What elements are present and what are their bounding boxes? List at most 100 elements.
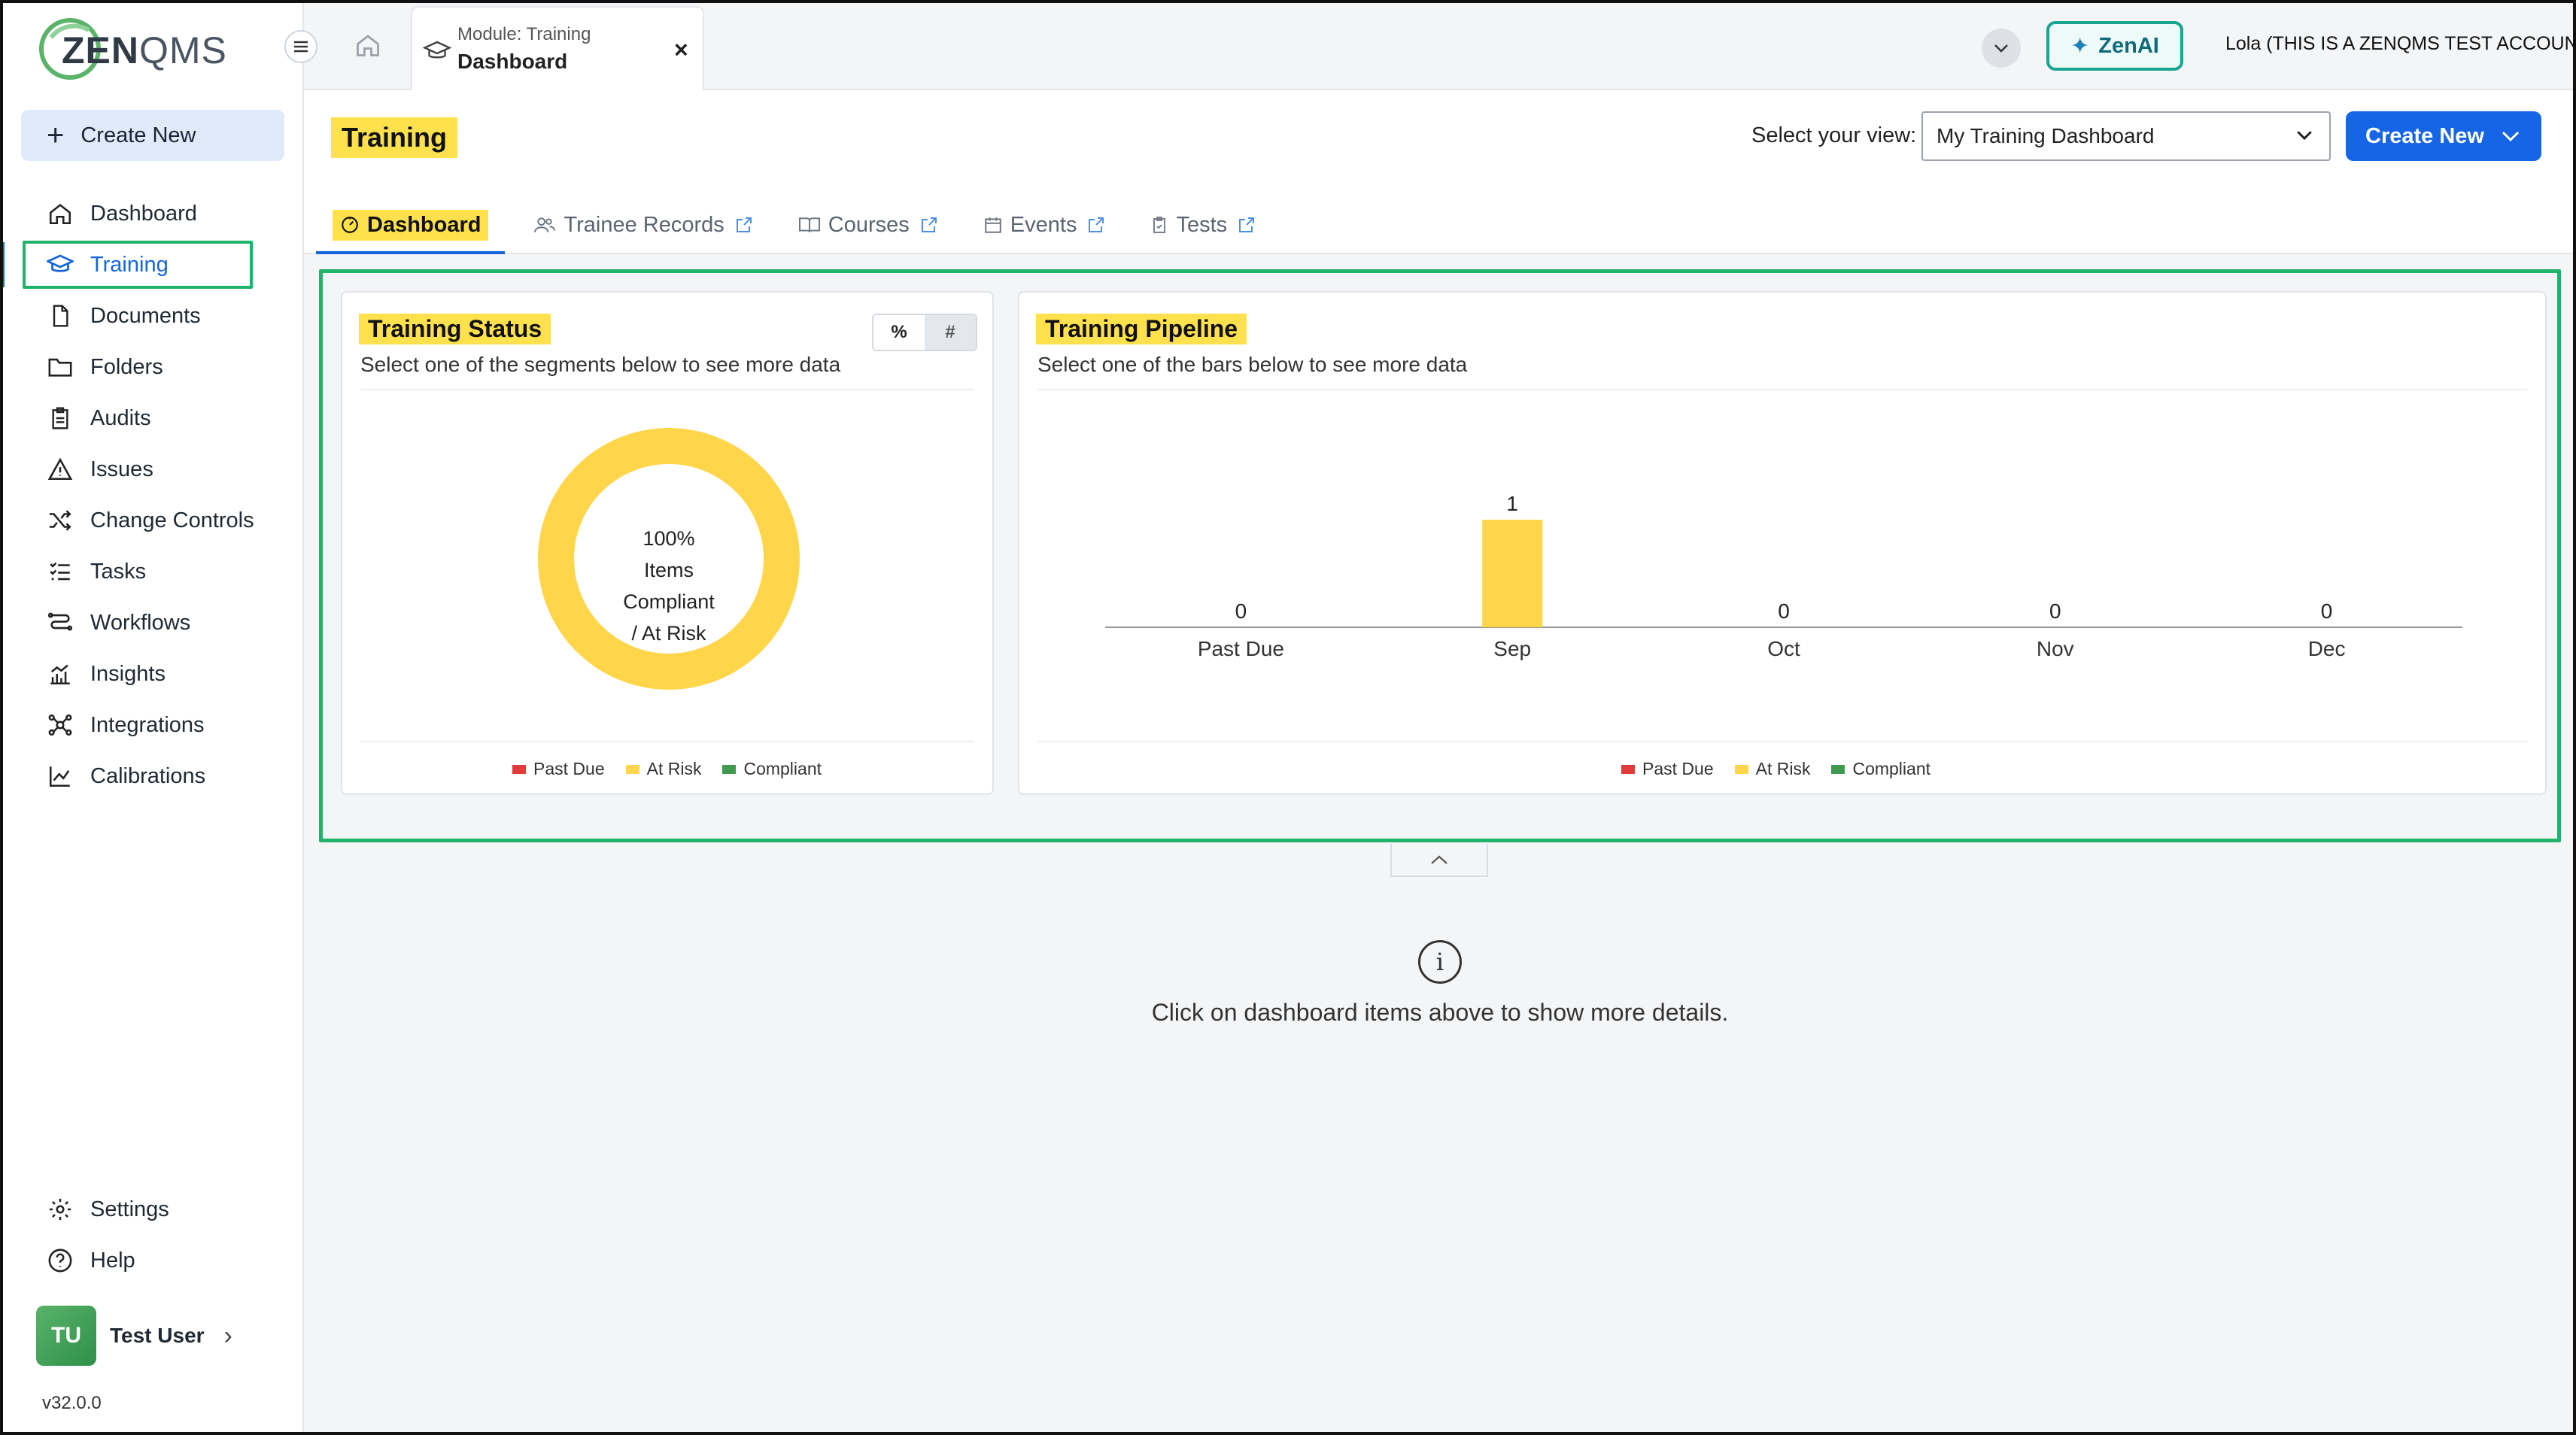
sidebar-create-new-label: Create New <box>80 123 196 147</box>
toggle-percent[interactable]: % <box>873 315 925 350</box>
zenqms-logo[interactable]: ZENQMS <box>36 15 226 83</box>
sidebar-nav: Dashboard Training Documents Folders Aud… <box>0 188 304 802</box>
tab-label: Courses <box>828 212 910 237</box>
home-tab[interactable] <box>334 15 402 75</box>
legend-item-compliant[interactable]: Compliant <box>1831 759 1930 779</box>
expand-tabs-button[interactable] <box>1982 29 2021 68</box>
sidebar-item-dashboard[interactable]: Dashboard <box>0 188 304 239</box>
main-content: Training Select your view: My Training D… <box>304 90 2576 1435</box>
module-tab-title: Dashboard <box>457 50 568 73</box>
legend-item-compliant[interactable]: Compliant <box>722 759 822 779</box>
sidebar-item-label: Folders <box>90 354 163 379</box>
sidebar-item-training[interactable]: Training <box>0 239 304 290</box>
x-tick-label[interactable]: Sep <box>1493 637 1531 660</box>
sidebar-item-help[interactable]: Help <box>0 1235 304 1286</box>
zenai-button[interactable]: ✦ ZenAI <box>2046 21 2183 71</box>
external-link-icon <box>920 216 938 234</box>
graduation-cap-icon <box>422 41 452 59</box>
training-pipeline-bar-chart[interactable]: 0 Past Due 1 Sep 0 Oct 0 Nov 0 Dec <box>1019 392 2548 738</box>
x-tick-label[interactable]: Past Due <box>1198 637 1284 660</box>
tab-events[interactable]: Events <box>967 196 1122 254</box>
page-header: Training Select your view: My Training D… <box>304 90 2576 254</box>
tab-trainee-records[interactable]: Trainee Records <box>517 196 769 254</box>
tab-courses[interactable]: Courses <box>782 196 955 254</box>
x-tick-label[interactable]: Nov <box>2037 637 2074 660</box>
module-tab[interactable]: Module: Training Dashboard × <box>411 6 704 90</box>
x-tick-label[interactable]: Oct <box>1767 637 1800 660</box>
sidebar-item-settings[interactable]: Settings <box>0 1184 304 1235</box>
legend-item-at-risk[interactable]: At Risk <box>1734 759 1810 779</box>
sidebar-item-tasks[interactable]: Tasks <box>0 546 304 597</box>
sidebar-item-label: Insights <box>90 661 166 686</box>
legend-label: At Risk <box>646 759 702 778</box>
sidebar-item-label: Change Controls <box>90 508 254 532</box>
sidebar-item-workflows[interactable]: Workflows <box>0 597 304 648</box>
card-subtitle: Select one of the bars below to see more… <box>1037 353 1468 376</box>
hamburger-icon <box>294 41 308 53</box>
legend-label: Past Due <box>1642 759 1714 778</box>
bar-value-label[interactable]: 1 <box>1506 492 1518 515</box>
divider <box>360 389 974 390</box>
sidebar-item-label: Tasks <box>90 559 147 584</box>
version-label: v32.0.0 <box>42 1393 102 1413</box>
legend-swatch <box>625 764 639 774</box>
shuffle-icon <box>45 505 75 535</box>
book-icon <box>798 215 821 235</box>
tab-dashboard[interactable]: Dashboard <box>316 196 506 254</box>
legend-label: Past Due <box>533 759 605 778</box>
create-new-button[interactable]: Create New <box>2346 111 2541 161</box>
toggle-count[interactable]: # <box>925 315 976 350</box>
collapse-panel-button[interactable] <box>1390 844 1488 877</box>
sidebar-item-integrations[interactable]: Integrations <box>0 699 304 751</box>
external-link-icon <box>735 216 753 234</box>
legend-item-past-due[interactable]: Past Due <box>1621 759 1714 779</box>
zenai-label: ZenAI <box>2098 33 2159 58</box>
users-icon <box>533 215 556 235</box>
sidebar-item-audits[interactable]: Audits <box>0 393 304 444</box>
legend-swatch <box>512 764 526 774</box>
sidebar-item-change-controls[interactable]: Change Controls <box>0 495 304 546</box>
tab-tests[interactable]: Tests <box>1134 196 1272 254</box>
checklist-icon <box>45 557 75 587</box>
chevron-down-icon <box>1994 44 2008 53</box>
donut-center-line: Items <box>643 559 694 581</box>
sidebar-item-calibrations[interactable]: Calibrations <box>0 751 304 802</box>
sidebar-item-insights[interactable]: Insights <box>0 648 304 699</box>
sidebar-item-documents[interactable]: Documents <box>0 290 304 341</box>
bar-value-label[interactable]: 0 <box>1778 599 1790 623</box>
view-select[interactable]: My Training Dashboard <box>1921 111 2331 161</box>
bar-sep[interactable] <box>1482 520 1543 627</box>
percent-count-toggle[interactable]: % # <box>872 314 977 351</box>
sidebar-item-folders[interactable]: Folders <box>0 341 304 393</box>
card-title: Training Status <box>359 314 551 344</box>
external-link-icon <box>1238 216 1256 234</box>
account-name[interactable]: Lola (THIS IS A ZENQMS TEST ACCOUNT) <box>2225 33 2576 55</box>
help-icon <box>45 1245 75 1276</box>
x-tick-label[interactable]: Dec <box>2308 637 2346 660</box>
donut-center-text: 100% Items Compliant / At Risk <box>594 523 744 649</box>
view-select-value: My Training Dashboard <box>1937 124 2155 147</box>
sidebar-item-label: Documents <box>90 303 201 328</box>
legend-item-past-due[interactable]: Past Due <box>512 759 605 779</box>
divider <box>360 741 974 742</box>
user-menu[interactable]: TU Test User › <box>36 1306 232 1366</box>
network-icon <box>45 710 75 740</box>
legend-item-at-risk[interactable]: At Risk <box>625 759 702 779</box>
close-tab-button[interactable]: × <box>674 36 688 64</box>
bar-value-label[interactable]: 0 <box>2321 599 2333 623</box>
home-icon <box>357 35 379 56</box>
sidebar-item-issues[interactable]: Issues <box>0 444 304 495</box>
sidebar-item-label: Settings <box>90 1197 169 1221</box>
training-pipeline-card: Training Pipeline Select one of the bars… <box>1018 291 2547 795</box>
bar-value-label[interactable]: 0 <box>2049 599 2061 623</box>
bar-value-label[interactable]: 0 <box>1235 599 1247 623</box>
sidebar-create-new-button[interactable]: + Create New <box>21 110 284 161</box>
sidebar-toggle-button[interactable] <box>284 30 317 63</box>
sidebar-bottom-nav: Settings Help <box>0 1184 304 1286</box>
sidebar-item-label: Issues <box>90 457 153 481</box>
avatar: TU <box>36 1306 96 1366</box>
tab-label: Tests <box>1176 212 1228 237</box>
external-link-icon <box>1087 216 1105 234</box>
legend-swatch <box>1621 764 1635 774</box>
details-placeholder-text: Click on dashboard items above to show m… <box>1151 999 1729 1026</box>
